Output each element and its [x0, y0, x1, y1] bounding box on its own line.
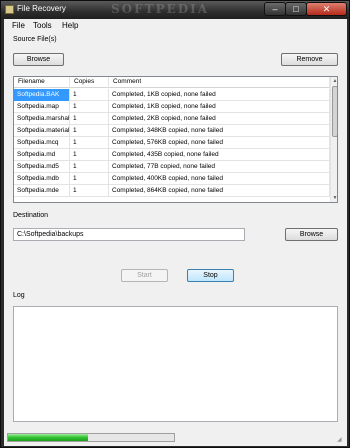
destination-path-input[interactable]: C:\Softpedia\backups	[13, 228, 245, 241]
menu-tools[interactable]: Tools	[33, 21, 52, 30]
cell-copies: 1	[70, 89, 109, 101]
cell-copies: 1	[70, 149, 109, 161]
cell-filename: Softpedia.md	[14, 149, 70, 161]
cell-comment: Completed, 77B copied, none failed	[109, 161, 330, 173]
resize-grip-icon[interactable]: ◢	[337, 436, 345, 444]
app-window: File Recovery SOFTPEDIA – □ ✕ File Tools…	[0, 0, 350, 448]
menu-bar: File Tools Help	[4, 19, 347, 32]
menu-help[interactable]: Help	[62, 21, 78, 30]
table-row[interactable]: Softpedia.mde 1 Completed, 864KB copied, n…	[14, 185, 330, 197]
table-row[interactable]: Softpedia.mdb 1 Completed, 400KB copied, n…	[14, 173, 330, 185]
cell-comment: Completed, 1KB copied, none failed	[109, 89, 330, 101]
cell-copies: 1	[70, 173, 109, 185]
scroll-up-icon[interactable]: ▲	[331, 77, 337, 85]
destination-browse-button[interactable]: Browse	[285, 228, 338, 241]
menu-file[interactable]: File	[12, 21, 25, 30]
table-row[interactable]: Softpedia.md 1 Completed, 435B copied, non…	[14, 149, 330, 161]
grid-scrollbar[interactable]: ▲ ▼	[330, 77, 337, 202]
cell-copies: 1	[70, 185, 109, 197]
cell-comment: Completed, 435B copied, none failed	[109, 149, 330, 161]
cell-filename: Softpedia.BAK	[14, 89, 70, 101]
table-row[interactable]: Softpedia.map 1 Completed, 1KB copied, non…	[14, 101, 330, 113]
source-browse-button[interactable]: Browse	[13, 53, 64, 66]
cell-comment: Completed, 576KB copied, none failed	[109, 137, 330, 149]
scroll-down-icon[interactable]: ▼	[331, 194, 337, 202]
table-row[interactable]: Softpedia.mcq 1 Completed, 576KB copied, n…	[14, 137, 330, 149]
cell-copies: 1	[70, 137, 109, 149]
title-bar[interactable]: File Recovery SOFTPEDIA – □ ✕	[1, 1, 349, 19]
start-button[interactable]: Start	[121, 269, 168, 282]
source-files-label: Source File(s)	[13, 36, 57, 43]
stop-button[interactable]: Stop	[187, 269, 234, 282]
cell-copies: 1	[70, 113, 109, 125]
window-title: File Recovery	[17, 4, 66, 13]
cell-filename: Softpedia.mdb	[14, 173, 70, 185]
table-row[interactable]: Softpedia.marshal 1 Completed, 2KB copied,…	[14, 113, 330, 125]
cell-comment: Completed, 2KB copied, none failed	[109, 113, 330, 125]
log-textarea[interactable]	[13, 306, 338, 422]
cell-filename: Softpedia.mde	[14, 185, 70, 197]
cell-filename: Softpedia.md5	[14, 161, 70, 173]
cell-copies: 1	[70, 125, 109, 137]
table-row[interactable]: Softpedia.material 1 Completed, 348KB copi…	[14, 125, 330, 137]
column-header-copies[interactable]: Copies	[70, 77, 109, 88]
remove-button[interactable]: Remove	[281, 53, 338, 66]
cell-copies: 1	[70, 101, 109, 113]
grid-header: Filename Copies Comment	[14, 77, 337, 88]
cell-filename: Softpedia.map	[14, 101, 70, 113]
column-header-comment[interactable]: Comment	[109, 77, 330, 88]
cell-comment: Completed, 348KB copied, none failed	[109, 125, 330, 137]
column-header-filename[interactable]: Filename	[14, 77, 70, 88]
close-button[interactable]: ✕	[306, 2, 347, 16]
scroll-thumb[interactable]	[332, 86, 337, 137]
cell-comment: Completed, 1KB copied, none failed	[109, 101, 330, 113]
destination-label: Destination	[13, 212, 49, 219]
cell-filename: Softpedia.material	[14, 125, 70, 137]
cell-comment: Completed, 400KB copied, none failed	[109, 173, 330, 185]
progress-bar	[7, 433, 175, 442]
cell-filename: Softpedia.marshal	[14, 113, 70, 125]
cell-comment: Completed, 864KB copied, none failed	[109, 185, 330, 197]
app-icon	[5, 5, 14, 14]
cell-filename: Softpedia.mcq	[14, 137, 70, 149]
client-area: File Tools Help Source File(s) Browse Re…	[4, 19, 347, 446]
table-row[interactable]: Softpedia.BAK 1 Completed, 1KB copied, non…	[14, 89, 330, 101]
progress-fill	[8, 434, 88, 441]
log-label: Log	[13, 292, 25, 299]
maximize-button[interactable]: □	[285, 2, 307, 16]
source-files-grid[interactable]: Filename Copies Comment Softpedia.BAK 1 Co…	[13, 76, 338, 203]
minimize-button[interactable]: –	[264, 2, 286, 16]
cell-copies: 1	[70, 161, 109, 173]
table-row[interactable]: Softpedia.md5 1 Completed, 77B copied, non…	[14, 161, 330, 173]
watermark-logo: SOFTPEDIA	[111, 2, 210, 16]
